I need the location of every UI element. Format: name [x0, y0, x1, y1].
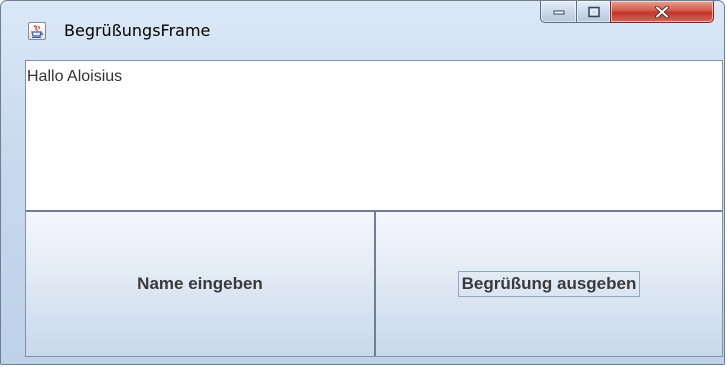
- minimize-icon: [553, 10, 564, 14]
- app-window: BegrüßungsFrame Hallo Aloisius Name eing…: [0, 0, 725, 365]
- greeting-text-area[interactable]: Hallo Aloisius: [26, 61, 722, 210]
- caption-buttons: [540, 1, 714, 25]
- title-bar[interactable]: BegrüßungsFrame: [1, 1, 724, 58]
- close-button[interactable]: [610, 1, 714, 23]
- maximize-button[interactable]: [576, 1, 611, 23]
- minimize-button[interactable]: [540, 1, 577, 23]
- button-panel: Name eingeben Begrüßung ausgeben: [26, 210, 722, 356]
- java-cup-icon[interactable]: [28, 22, 46, 40]
- output-greeting-button[interactable]: Begrüßung ausgeben: [374, 210, 722, 356]
- output-greeting-button-label: Begrüßung ausgeben: [457, 271, 641, 297]
- close-icon: [655, 5, 669, 18]
- content-pane: Hallo Aloisius Name eingeben Begrüßung a…: [25, 60, 723, 357]
- name-input-button-label: Name eingeben: [137, 274, 263, 293]
- maximize-icon: [587, 6, 600, 17]
- window-title: BegrüßungsFrame: [64, 21, 211, 40]
- name-input-button[interactable]: Name eingeben: [26, 210, 376, 356]
